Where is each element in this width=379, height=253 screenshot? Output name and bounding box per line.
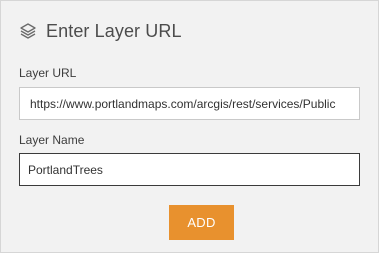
layer-url-input[interactable] [19, 87, 360, 120]
layer-name-label: Layer Name [19, 133, 85, 147]
layers-icon [18, 21, 38, 41]
enter-layer-url-panel: Enter Layer URL Layer URL Layer Name ADD [0, 0, 379, 253]
layer-url-label: Layer URL [19, 66, 77, 80]
panel-title: Enter Layer URL [46, 20, 182, 41]
add-button[interactable]: ADD [169, 205, 234, 240]
layer-name-input[interactable] [19, 153, 360, 186]
panel-header: Enter Layer URL [18, 18, 182, 44]
